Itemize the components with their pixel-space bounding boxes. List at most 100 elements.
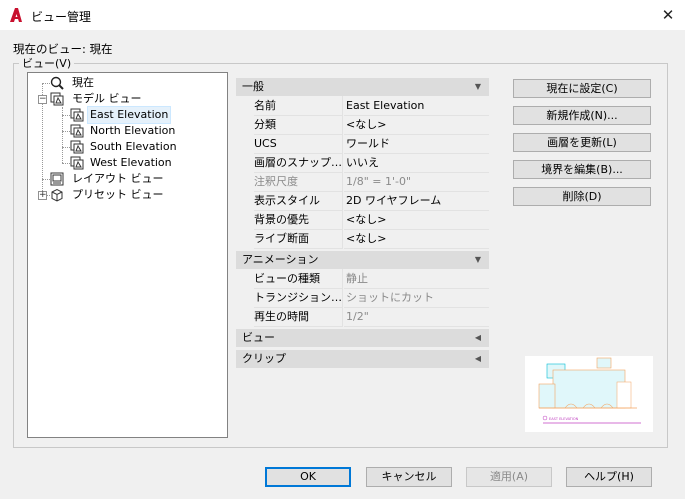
property-value[interactable]: <なし> (344, 229, 489, 249)
property-value: ショットにカット (344, 288, 489, 308)
property-value: 1/8" = 1'-0" (344, 172, 489, 192)
property-row: 注釈尺度 1/8" = 1'-0" (236, 172, 489, 192)
view-tree[interactable]: 現在 − モデル ビュー East Elevation North Elevat… (27, 72, 228, 438)
property-name: 注釈尺度 (254, 172, 343, 192)
expand-arrow-icon: ◀ (474, 333, 481, 342)
property-name: 表示スタイル (254, 191, 343, 211)
property-value[interactable]: ワールド (344, 134, 489, 154)
collapse-arrow-icon: ▼ (474, 82, 481, 91)
property-name: ビューの種類 (254, 269, 343, 289)
property-row[interactable]: 表示スタイル 2D ワイヤフレーム (236, 191, 489, 211)
apply-button: 適用(A) (466, 467, 552, 487)
new-view-button[interactable]: 新規作成(N)... (513, 106, 651, 125)
ok-button[interactable]: OK (265, 467, 351, 487)
row-gutter (236, 153, 254, 172)
property-row[interactable]: 名前 East Elevation (236, 96, 489, 116)
row-gutter (236, 115, 254, 134)
property-row[interactable]: 画層のスナップ… いいえ (236, 153, 489, 173)
named-view-icon (70, 124, 84, 138)
property-value: 静止 (344, 269, 489, 289)
tree-item-west-elevation[interactable]: West Elevation (70, 155, 220, 171)
property-value[interactable]: <なし> (344, 115, 489, 135)
row-gutter (236, 191, 254, 210)
tree-item-label: 現在 (72, 76, 94, 89)
section-animation-header[interactable]: アニメーション ▼ (236, 251, 489, 269)
property-name: 分類 (254, 115, 343, 135)
tree-item-model-views[interactable]: モデル ビュー (50, 91, 220, 107)
layout-view-icon (50, 172, 64, 186)
tree-connector (62, 147, 70, 148)
section-title: アニメーション (242, 253, 319, 266)
window-title: ビュー管理 (31, 10, 92, 24)
tree-item-label: West Elevation (90, 156, 172, 169)
section-general-header[interactable]: 一般 ▼ (236, 78, 489, 96)
tree-item-label: North Elevation (90, 124, 176, 137)
property-row: 再生の時間 1/2" (236, 307, 489, 327)
expand-arrow-icon: ◀ (474, 354, 481, 363)
named-view-icon (70, 108, 84, 122)
tree-item-label: East Elevation (86, 106, 172, 124)
tree-item-label: South Elevation (90, 140, 177, 153)
view-preview: EAST ELEVATION (525, 356, 653, 432)
property-value[interactable]: 2D ワイヤフレーム (344, 191, 489, 211)
section-view-header[interactable]: ビュー ◀ (236, 329, 489, 347)
property-name: ライブ断面 (254, 229, 343, 249)
section-title: クリップ (242, 352, 286, 365)
property-value[interactable]: いいえ (344, 153, 489, 173)
set-current-button[interactable]: 現在に設定(C) (513, 79, 651, 98)
views-group-legend: ビュー(V) (19, 55, 75, 71)
named-view-icon (70, 156, 84, 170)
property-value[interactable]: <なし> (344, 210, 489, 230)
tree-item-preset-views[interactable]: プリセット ビュー (50, 187, 220, 203)
model-view-icon (50, 92, 64, 106)
cancel-button[interactable]: キャンセル (366, 467, 452, 487)
update-layers-button[interactable]: 画層を更新(L) (513, 133, 651, 152)
title-bar (0, 0, 685, 30)
row-gutter (236, 307, 254, 326)
property-row: ビューの種類 静止 (236, 269, 489, 289)
row-gutter (236, 134, 254, 153)
row-gutter (236, 172, 254, 191)
delete-button[interactable]: 削除(D) (513, 187, 651, 206)
property-name: UCS (254, 134, 343, 154)
property-row[interactable]: 分類 <なし> (236, 115, 489, 135)
collapse-toggle-icon[interactable]: − (38, 95, 47, 104)
tree-item-current[interactable]: 現在 (50, 75, 220, 91)
magnifier-icon (50, 76, 64, 90)
property-name: 画層のスナップ… (254, 153, 343, 173)
property-name: 背景の優先 (254, 210, 343, 230)
property-row[interactable]: ライブ断面 <なし> (236, 229, 489, 249)
property-row[interactable]: 背景の優先 <なし> (236, 210, 489, 230)
edit-boundaries-button[interactable]: 境界を編集(B)... (513, 160, 651, 179)
tree-connector (42, 179, 50, 180)
property-row: トランジション… ショットにカット (236, 288, 489, 308)
help-button[interactable]: ヘルプ(H) (566, 467, 652, 487)
section-clip-header[interactable]: クリップ ◀ (236, 350, 489, 368)
tree-item-label: モデル ビュー (72, 92, 142, 105)
preview-caption: EAST ELEVATION (549, 417, 579, 421)
property-name: 名前 (254, 96, 343, 116)
collapse-arrow-icon: ▼ (474, 255, 481, 264)
tree-item-east-elevation[interactable]: East Elevation (70, 106, 220, 124)
tree-item-layout-views[interactable]: レイアウト ビュー (50, 171, 220, 187)
named-view-icon (70, 140, 84, 154)
section-title: 一般 (242, 80, 264, 93)
row-gutter (236, 229, 254, 248)
row-gutter (236, 96, 254, 115)
row-gutter (236, 269, 254, 288)
tree-item-south-elevation[interactable]: South Elevation (70, 139, 220, 155)
row-gutter (236, 288, 254, 307)
row-gutter (236, 210, 254, 229)
close-icon[interactable]: ✕ (656, 4, 680, 26)
properties-panel: 一般 ▼ 名前 East Elevation 分類 <なし> UCS ワールド … (236, 78, 489, 368)
expand-toggle-icon[interactable]: + (38, 191, 47, 200)
property-name: 再生の時間 (254, 307, 343, 327)
tree-item-north-elevation[interactable]: North Elevation (70, 123, 220, 139)
tree-connector (62, 115, 70, 116)
tree-item-label: レイアウト ビュー (72, 172, 164, 185)
property-row[interactable]: UCS ワールド (236, 134, 489, 154)
tree-connector (62, 163, 70, 164)
property-value[interactable]: East Elevation (344, 96, 489, 116)
tree-connector (62, 131, 70, 132)
autocad-app-icon (10, 8, 22, 22)
